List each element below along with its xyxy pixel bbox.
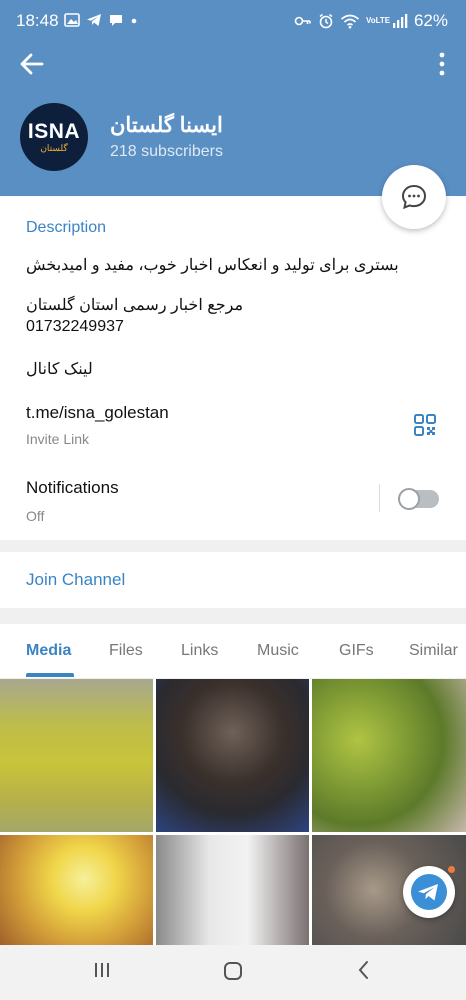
subscriber-count: 218 subscribers <box>110 143 223 160</box>
notifications-row[interactable]: Notifications Off <box>0 460 466 540</box>
tab-links[interactable]: Links <box>181 642 218 660</box>
comment-icon <box>401 184 427 210</box>
media-grid <box>0 679 466 945</box>
telegram-icon <box>87 14 101 26</box>
avatar-logo-subtext: گلستان <box>40 143 68 153</box>
media-tabs: Media Files Links Music GIFs Similar <box>0 624 466 678</box>
description-line-1: بستری برای تولید و انعکاس اخبار خوب، مفی… <box>26 257 399 274</box>
channel-name: ایسنا گلستان <box>110 114 223 137</box>
signal-icon <box>392 14 408 28</box>
wifi-icon <box>340 14 360 29</box>
tab-similar[interactable]: Similar <box>409 642 458 660</box>
toggle-knob <box>398 488 420 510</box>
recent-apps-icon[interactable] <box>92 960 112 980</box>
tab-gifs[interactable]: GIFs <box>339 642 374 660</box>
channel-info-card: Description بستری برای تولید و انعکاس اخ… <box>0 196 466 540</box>
description-phone[interactable]: 01732249937 <box>26 318 124 336</box>
notification-dot <box>448 866 455 873</box>
description-title: Description <box>26 219 107 236</box>
notifications-divider <box>379 484 380 512</box>
channel-header: 18:48 VoLTE 62% ISNA گلستان ایسنا گلستان… <box>0 0 466 196</box>
description-line-2: مرجع اخبار رسمی استان گلستان <box>26 297 244 314</box>
image-icon <box>64 13 80 27</box>
dot-icon <box>131 18 137 24</box>
active-tab-indicator <box>26 673 74 677</box>
back-nav-icon[interactable] <box>354 960 374 980</box>
alarm-icon <box>319 13 333 29</box>
battery-percent: 62% <box>413 11 448 30</box>
tab-music[interactable]: Music <box>257 642 299 660</box>
media-thumbnail[interactable] <box>0 835 153 945</box>
notifications-state: Off <box>26 508 45 524</box>
volte-icon: VoLTE <box>365 16 391 25</box>
tab-media[interactable]: Media <box>26 642 71 660</box>
avatar-logo-text: ISNA <box>27 120 81 143</box>
home-icon[interactable] <box>222 960 244 982</box>
tab-files[interactable]: Files <box>109 642 143 660</box>
channel-avatar[interactable]: ISNA گلستان <box>20 103 88 171</box>
more-options-icon[interactable] <box>438 52 446 76</box>
invite-link[interactable]: t.me/isna_golestan <box>26 403 169 423</box>
notifications-toggle[interactable] <box>398 488 439 510</box>
status-left-icons <box>64 12 138 28</box>
back-button[interactable] <box>18 50 46 78</box>
share-telegram-button[interactable] <box>403 866 455 918</box>
join-channel-label: Join Channel <box>26 570 126 589</box>
telegram-logo-icon <box>411 874 447 910</box>
media-thumbnail[interactable] <box>156 679 309 832</box>
description-line-4: لینک کانال <box>26 361 93 378</box>
status-right-icons: VoLTE 62% <box>294 11 448 31</box>
media-thumbnail[interactable] <box>156 835 309 945</box>
status-time: 18:48 <box>16 11 59 30</box>
join-channel-button[interactable]: Join Channel <box>0 552 466 608</box>
system-navigation-bar <box>0 945 466 1000</box>
media-thumbnail[interactable] <box>0 679 153 832</box>
media-thumbnail[interactable] <box>312 679 466 832</box>
status-bar: 18:48 VoLTE 62% <box>0 0 466 42</box>
qr-code-icon[interactable] <box>413 413 437 437</box>
invite-link-label: Invite Link <box>26 431 90 447</box>
chat-icon <box>110 15 122 26</box>
notifications-title: Notifications <box>26 478 119 497</box>
key-icon <box>294 16 311 26</box>
discussion-button[interactable] <box>382 165 446 229</box>
